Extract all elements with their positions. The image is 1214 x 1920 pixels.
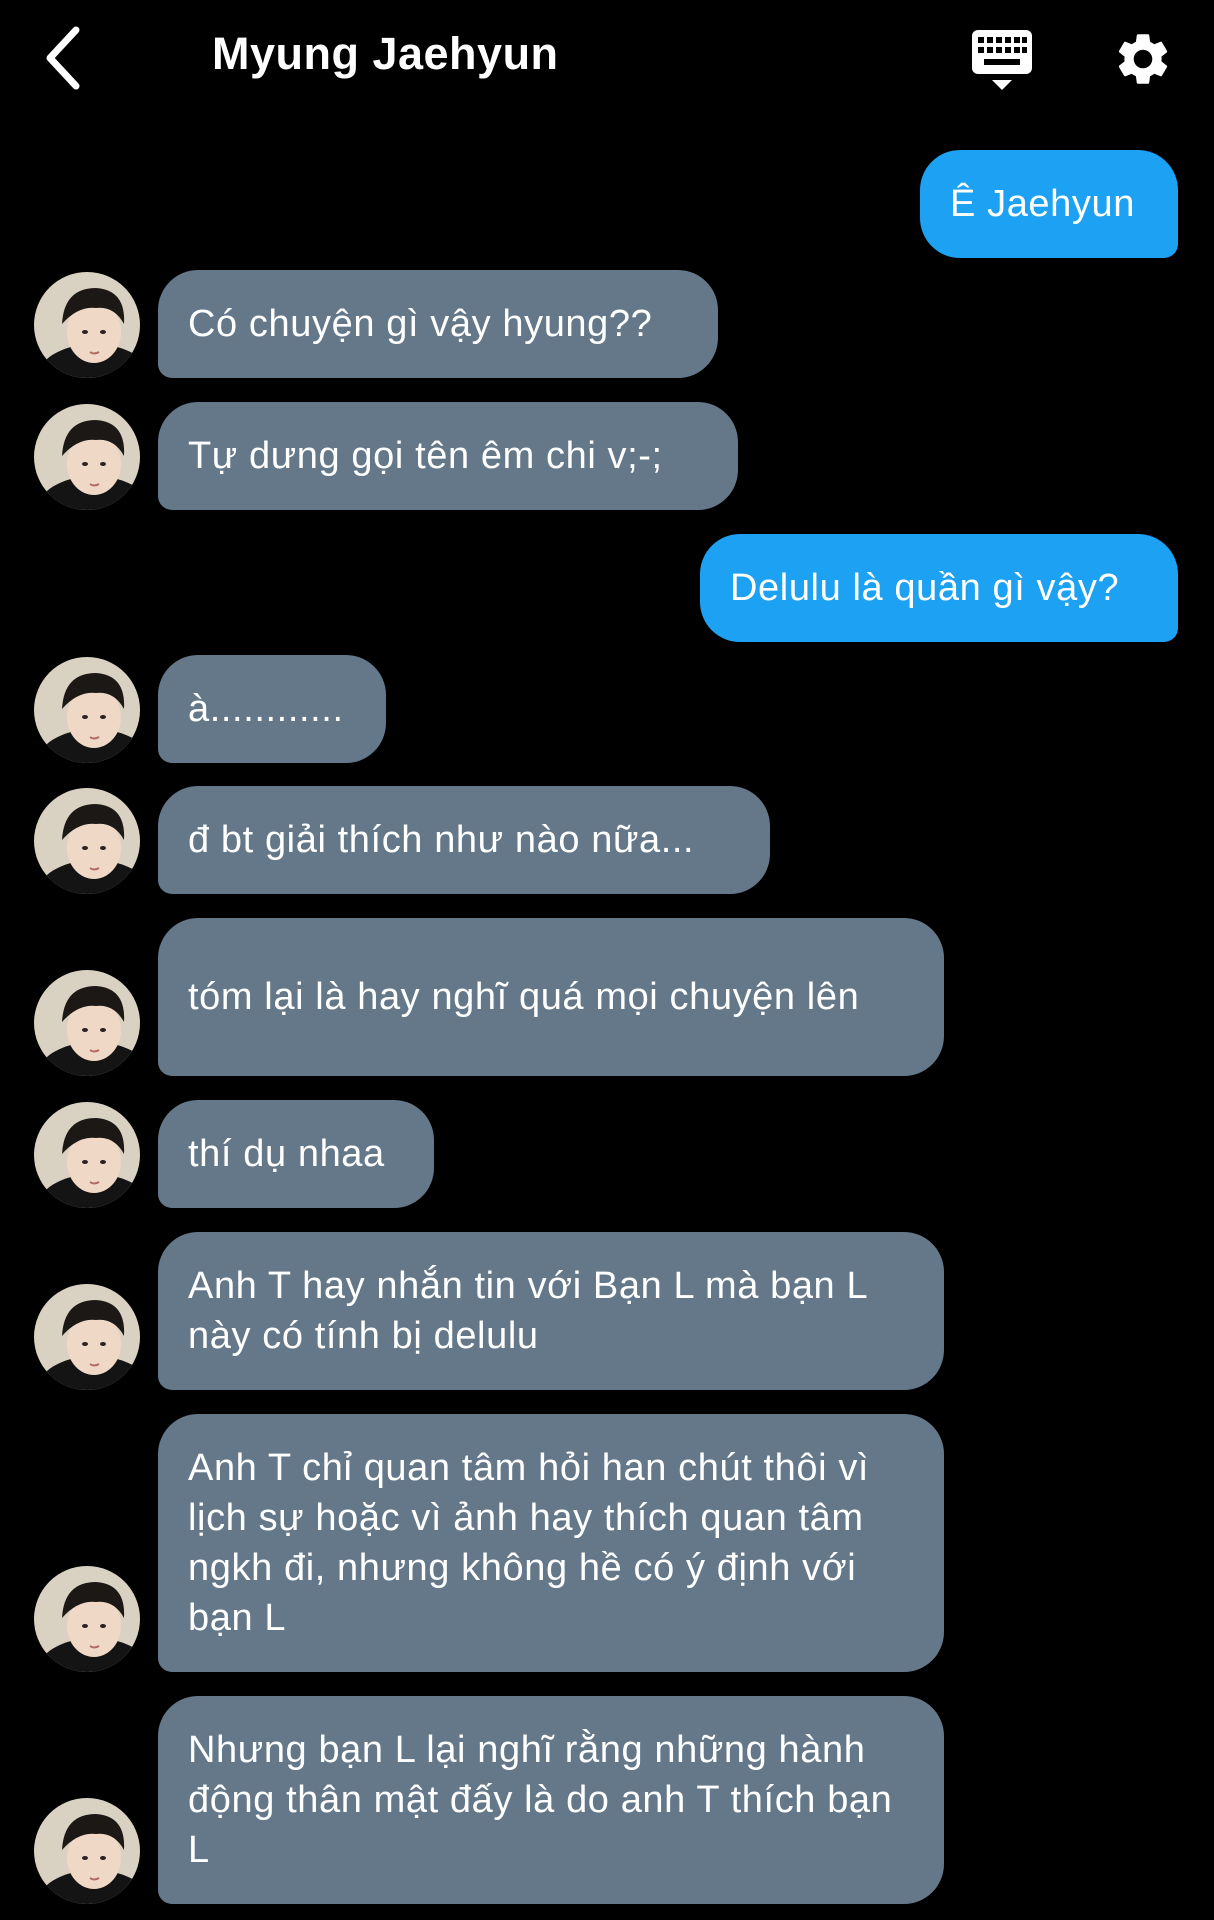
avatar[interactable] — [34, 1102, 140, 1208]
incoming-message[interactable]: Anh T hay nhắn tin với Bạn L mà bạn L nà… — [158, 1232, 944, 1390]
message-text: Có chuyện gì vậy hyung?? — [188, 303, 653, 345]
avatar[interactable] — [34, 1284, 140, 1390]
message-text: Tự dưng gọi tên êm chi v;-; — [188, 435, 663, 477]
incoming-message[interactable]: Tự dưng gọi tên êm chi v;-; — [158, 402, 738, 510]
avatar-image — [34, 1566, 140, 1672]
avatar[interactable] — [34, 1798, 140, 1904]
avatar-image — [34, 1284, 140, 1390]
message-text: Ê Jaehyun — [950, 183, 1135, 225]
avatar-image — [34, 272, 140, 378]
avatar-image — [34, 404, 140, 510]
avatar[interactable] — [34, 272, 140, 378]
message-thread: Ê Jaehyun Có chuyện gì vậy hyung?? Tự dư… — [0, 0, 1214, 1920]
avatar[interactable] — [34, 404, 140, 510]
avatar-image — [34, 788, 140, 894]
avatar[interactable] — [34, 1566, 140, 1672]
outgoing-message[interactable]: Delulu là quần gì vậy? — [700, 534, 1178, 642]
incoming-message[interactable]: thí dụ nhaa — [158, 1100, 434, 1208]
incoming-message[interactable]: Nhưng bạn L lại nghĩ rằng những hành độn… — [158, 1696, 944, 1904]
incoming-message[interactable]: Anh T chỉ quan tâm hỏi han chút thôi vì … — [158, 1414, 944, 1672]
avatar[interactable] — [34, 970, 140, 1076]
message-text: Anh T chỉ quan tâm hỏi han chút thôi vì … — [188, 1447, 870, 1639]
incoming-message[interactable]: tóm lại là hay nghĩ quá mọi chuyện lên — [158, 918, 944, 1076]
incoming-message[interactable]: à............ — [158, 655, 386, 763]
incoming-message[interactable]: đ bt giải thích như nào nữa... — [158, 786, 770, 894]
outgoing-message[interactable]: Ê Jaehyun — [920, 150, 1178, 258]
message-text: thí dụ nhaa — [188, 1133, 385, 1175]
avatar-image — [34, 1798, 140, 1904]
message-text: Delulu là quần gì vậy? — [730, 567, 1120, 609]
message-text: Nhưng bạn L lại nghĩ rằng những hành độn… — [188, 1729, 893, 1871]
message-text: à............ — [188, 688, 344, 730]
message-text: tóm lại là hay nghĩ quá mọi chuyện lên — [188, 976, 860, 1018]
avatar-image — [34, 657, 140, 763]
incoming-message[interactable]: Có chuyện gì vậy hyung?? — [158, 270, 718, 378]
avatar-image — [34, 970, 140, 1076]
message-text: đ bt giải thích như nào nữa... — [188, 819, 695, 861]
message-text: Anh T hay nhắn tin với Bạn L mà bạn L nà… — [188, 1265, 867, 1357]
avatar[interactable] — [34, 788, 140, 894]
avatar[interactable] — [34, 657, 140, 763]
avatar-image — [34, 1102, 140, 1208]
